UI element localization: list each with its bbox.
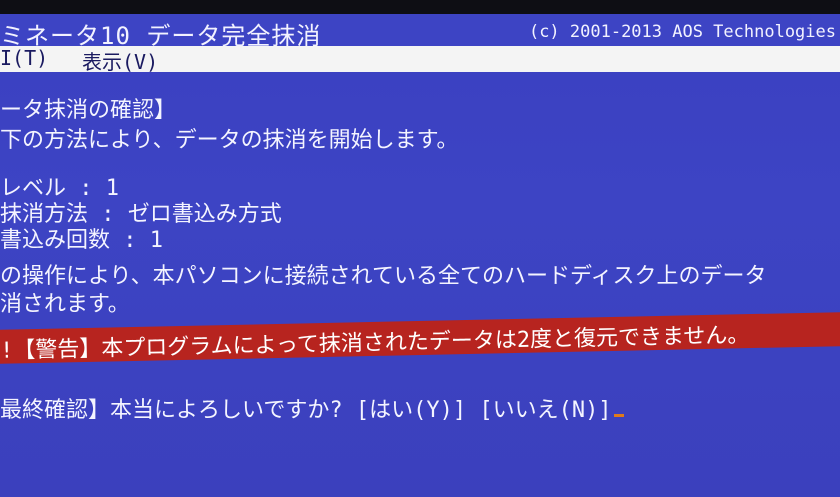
section-heading: ータ抹消の確認】	[0, 98, 177, 123]
text-cursor	[613, 414, 624, 417]
yes-button[interactable]: [はい(Y)]	[356, 398, 466, 423]
warning-text: !【警告】本プログラムによって抹消されたデータは2度と復元できません。	[0, 323, 750, 364]
menu-item-view[interactable]: 表示(V)	[82, 46, 158, 75]
screen: ミネータ10 データ完全抹消 (c) 2001-2013 AOS Technol…	[0, 0, 840, 497]
copyright-text: (c) 2001-2013 AOS Technologies	[528, 22, 836, 42]
count-row: 書込み回数 : 1	[0, 228, 163, 253]
menu-bar: I(T) 表示(V)	[0, 46, 840, 75]
confirm-label: 最終確認】本当によろしいですか?	[0, 398, 356, 423]
intro-text: 下の方法により、データの抹消を開始します。	[0, 128, 459, 153]
menu-item-tools[interactable]: I(T)	[0, 46, 48, 70]
no-button[interactable]: [いいえ(N)]	[479, 398, 611, 423]
warning-banner: !【警告】本プログラムによって抹消されたデータは2度と復元できません。	[0, 311, 840, 364]
final-confirm-row: 最終確認】本当によろしいですか? [はい(Y)] [いいえ(N)]	[0, 392, 624, 424]
title-bar: ミネータ10 データ完全抹消 (c) 2001-2013 AOS Technol…	[0, 14, 840, 50]
notice-line-2: 消されます。	[0, 292, 130, 317]
monitor-bezel	[0, 0, 840, 14]
